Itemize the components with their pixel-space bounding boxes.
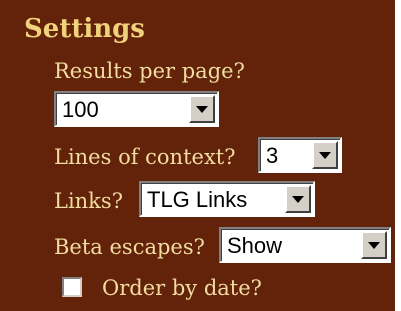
order-by-date-label: Order by date? (102, 276, 262, 300)
settings-title: Settings (24, 14, 145, 44)
beta-escapes-dropdown-button[interactable] (361, 231, 387, 259)
results-per-page-label: Results per page? (54, 59, 245, 83)
links-select[interactable]: TLG Links (139, 181, 315, 217)
links-label: Links? (54, 189, 123, 213)
beta-escapes-select[interactable]: Show (219, 227, 391, 263)
order-by-date-checkbox[interactable] (62, 277, 82, 297)
lines-of-context-value: 3 (266, 143, 279, 168)
lines-of-context-dropdown-button[interactable] (312, 141, 338, 169)
beta-escapes-label: Beta escapes? (54, 235, 205, 259)
results-per-page-select[interactable]: 100 (54, 91, 219, 127)
results-per-page-value: 100 (62, 97, 99, 122)
chevron-down-icon (196, 106, 208, 113)
settings-panel: Settings Results per page? 100 Lines of … (0, 0, 401, 311)
lines-of-context-select[interactable]: 3 (258, 137, 342, 173)
lines-of-context-label: Lines of context? (54, 145, 236, 169)
results-per-page-dropdown-button[interactable] (189, 95, 215, 123)
chevron-down-icon (368, 242, 380, 249)
links-dropdown-button[interactable] (285, 185, 311, 213)
links-value: TLG Links (147, 187, 248, 212)
beta-escapes-value: Show (227, 233, 283, 258)
chevron-down-icon (319, 152, 331, 159)
chevron-down-icon (292, 196, 304, 203)
